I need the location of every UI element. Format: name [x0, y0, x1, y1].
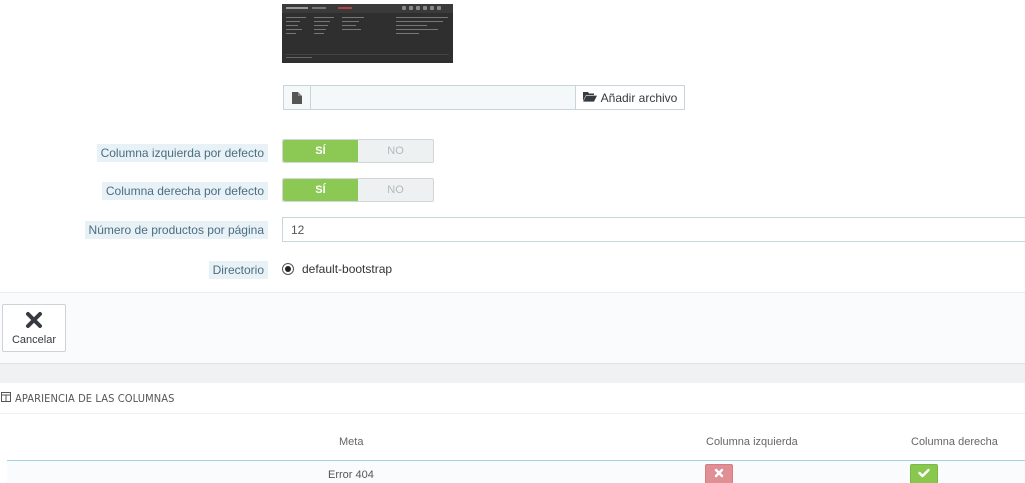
panel-title: APARIENCIA DE LAS COLUMNAS [15, 391, 175, 405]
left-column-yes[interactable]: SÍ [283, 140, 358, 162]
right-column-enabled-toggle[interactable] [910, 464, 938, 483]
products-per-page-input[interactable]: 12 [282, 217, 1025, 242]
directory-label: Directorio [208, 261, 268, 279]
right-column-label: Columna derecha por defecto [101, 182, 268, 200]
times-icon [714, 467, 724, 481]
right-column-switch[interactable]: SÍ NO [282, 178, 434, 202]
columns-appearance-panel: APARIENCIA DE LAS COLUMNAS Meta Columna … [0, 383, 1025, 483]
section-separator [0, 363, 1025, 383]
row-meta: Error 404 [328, 469, 374, 481]
right-column-no[interactable]: NO [358, 179, 433, 201]
header-right-column: Columna derecha [911, 436, 998, 448]
left-column-no[interactable]: NO [358, 140, 433, 162]
file-icon [283, 85, 311, 110]
cancel-button[interactable]: Cancelar [2, 304, 66, 352]
table-row [7, 461, 1025, 483]
directory-radio-option[interactable]: default-bootstrap [282, 262, 392, 276]
theme-preview-thumbnail [282, 4, 453, 63]
right-column-yes[interactable]: SÍ [283, 179, 358, 201]
file-upload-group: Añadir archivo [283, 85, 685, 110]
file-name-input[interactable] [311, 85, 575, 110]
folder-open-icon [582, 91, 597, 105]
products-per-page-label: Número de productos por página [84, 221, 268, 239]
left-column-switch[interactable]: SÍ NO [282, 139, 434, 163]
directory-radio-label: default-bootstrap [302, 262, 393, 276]
close-icon [25, 311, 43, 332]
check-icon [918, 467, 930, 481]
table-icon [1, 391, 11, 405]
left-column-disabled-toggle[interactable] [705, 464, 733, 483]
directory-radio[interactable] [282, 263, 294, 275]
header-left-column: Columna izquierda [706, 436, 798, 448]
form-footer [0, 293, 1025, 363]
add-file-button[interactable]: Añadir archivo [575, 85, 685, 110]
add-file-label: Añadir archivo [600, 90, 678, 105]
header-meta: Meta [339, 436, 364, 448]
left-column-label: Columna izquierda por defecto [96, 144, 268, 162]
panel-heading: APARIENCIA DE LAS COLUMNAS [0, 383, 1025, 414]
cancel-label: Cancelar [11, 333, 57, 346]
